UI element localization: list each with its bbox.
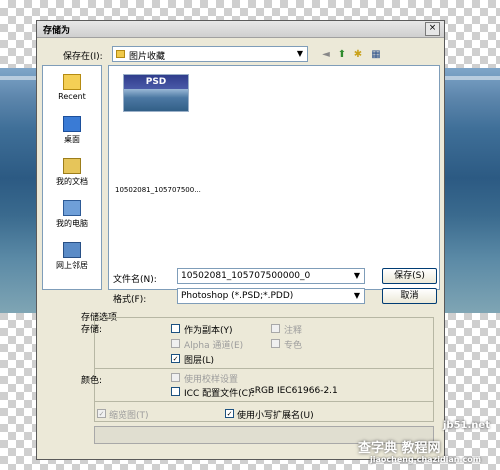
save-button[interactable]: 保存(S) — [382, 268, 437, 284]
thumbnail-image — [124, 89, 188, 111]
chevron-down-icon: ▼ — [296, 49, 304, 58]
computer-icon — [63, 200, 81, 216]
place-recent[interactable]: Recent — [43, 74, 101, 101]
folder-icon — [116, 50, 125, 58]
thumbnail-option-label: 缩览图(T) — [109, 411, 149, 421]
new-folder-icon[interactable]: ✱ — [351, 48, 365, 61]
chevron-down-icon: ▼ — [353, 271, 361, 280]
save-in-value: 图片收藏 — [129, 52, 166, 62]
up-folder-icon[interactable]: ⬆ — [335, 48, 349, 61]
dialog-title: 存储为 — [43, 26, 71, 36]
color-label: 颜色: — [81, 376, 103, 386]
view-menu-icon[interactable]: ▦ — [369, 48, 383, 61]
filename-value: 10502081_105707500000_0 — [181, 271, 311, 281]
divider — [94, 368, 434, 369]
network-icon — [63, 242, 81, 258]
spot-checkbox[interactable] — [271, 339, 280, 348]
notes-label: 注释 — [284, 326, 303, 336]
spot-label: 专色 — [284, 341, 303, 351]
back-icon[interactable]: ◄ — [319, 48, 333, 61]
thumbnail-checkbox[interactable]: ✓ — [97, 409, 106, 418]
place-my-computer[interactable]: 我的电脑 — [43, 200, 101, 229]
lowercase-ext-checkbox[interactable]: ✓ — [225, 409, 234, 418]
place-desktop-label: 桌面 — [64, 135, 80, 144]
cancel-button[interactable]: 取消 — [382, 288, 437, 304]
format-dropdown[interactable]: Photoshop (*.PSD;*.PDD) ▼ — [177, 288, 365, 304]
as-copy-label: 作为副本(Y) — [184, 326, 233, 336]
icc-profile-label: ICC 配置文件(C): — [184, 389, 255, 399]
place-documents[interactable]: 我的文档 — [43, 158, 101, 187]
psd-badge: PSD — [124, 75, 188, 89]
save-options-group — [94, 317, 434, 422]
alpha-checkbox[interactable] — [171, 339, 180, 348]
place-desktop[interactable]: 桌面 — [43, 116, 101, 145]
format-label: 格式(F): — [113, 295, 147, 305]
notes-checkbox[interactable] — [271, 324, 280, 333]
divider — [94, 401, 434, 402]
proof-setup-checkbox[interactable] — [171, 373, 180, 382]
layers-label: 图层(L) — [184, 356, 215, 366]
watermark-text: 查字典 教程网 — [358, 441, 441, 456]
save-in-dropdown[interactable]: 图片收藏 ▼ — [112, 46, 308, 62]
watermark-url: jiaocheng.chazidian.com — [370, 455, 482, 464]
chevron-down-icon: ▼ — [353, 291, 361, 300]
save-as-dialog: 存储为 × 保存在(I): 图片收藏 ▼ ◄ ⬆ ✱ ▦ Recent 桌面 我… — [36, 20, 445, 460]
proof-setup-label: 使用校样设置 — [184, 375, 239, 385]
close-button[interactable]: × — [425, 22, 440, 36]
place-network[interactable]: 网上邻居 — [43, 242, 101, 271]
file-list[interactable]: PSD 10502081_105707500... — [108, 65, 440, 290]
format-value: Photoshop (*.PSD;*.PDD) — [181, 291, 294, 301]
dialog-titlebar: 存储为 × — [37, 21, 444, 38]
place-recent-label: Recent — [58, 92, 86, 101]
documents-icon — [63, 158, 81, 174]
place-network-label: 网上邻居 — [56, 261, 88, 270]
places-bar: Recent 桌面 我的文档 我的电脑 网上邻居 — [42, 65, 102, 290]
alpha-label: Alpha 通道(E) — [184, 341, 244, 351]
filename-label: 文件名(N): — [113, 275, 157, 285]
place-my-computer-label: 我的电脑 — [56, 219, 88, 228]
psd-file-thumbnail[interactable]: PSD — [123, 74, 189, 112]
place-documents-label: 我的文档 — [56, 177, 88, 186]
recent-folder-icon — [63, 74, 81, 90]
as-copy-checkbox[interactable] — [171, 324, 180, 333]
store-label: 存储: — [81, 325, 103, 335]
desktop-icon — [63, 116, 81, 132]
layers-checkbox[interactable]: ✓ — [171, 354, 180, 363]
filename-input[interactable]: 10502081_105707500000_0 ▼ — [177, 268, 365, 284]
thumbnail-filename: 10502081_105707500... — [115, 186, 201, 194]
lowercase-ext-label: 使用小写扩展名(U) — [237, 411, 314, 421]
icc-profile-checkbox[interactable] — [171, 387, 180, 396]
watermark-site: jb51.net — [443, 420, 490, 431]
save-in-label: 保存在(I): — [63, 52, 103, 62]
icc-profile-value: sRGB IEC61966-2.1 — [250, 386, 338, 396]
